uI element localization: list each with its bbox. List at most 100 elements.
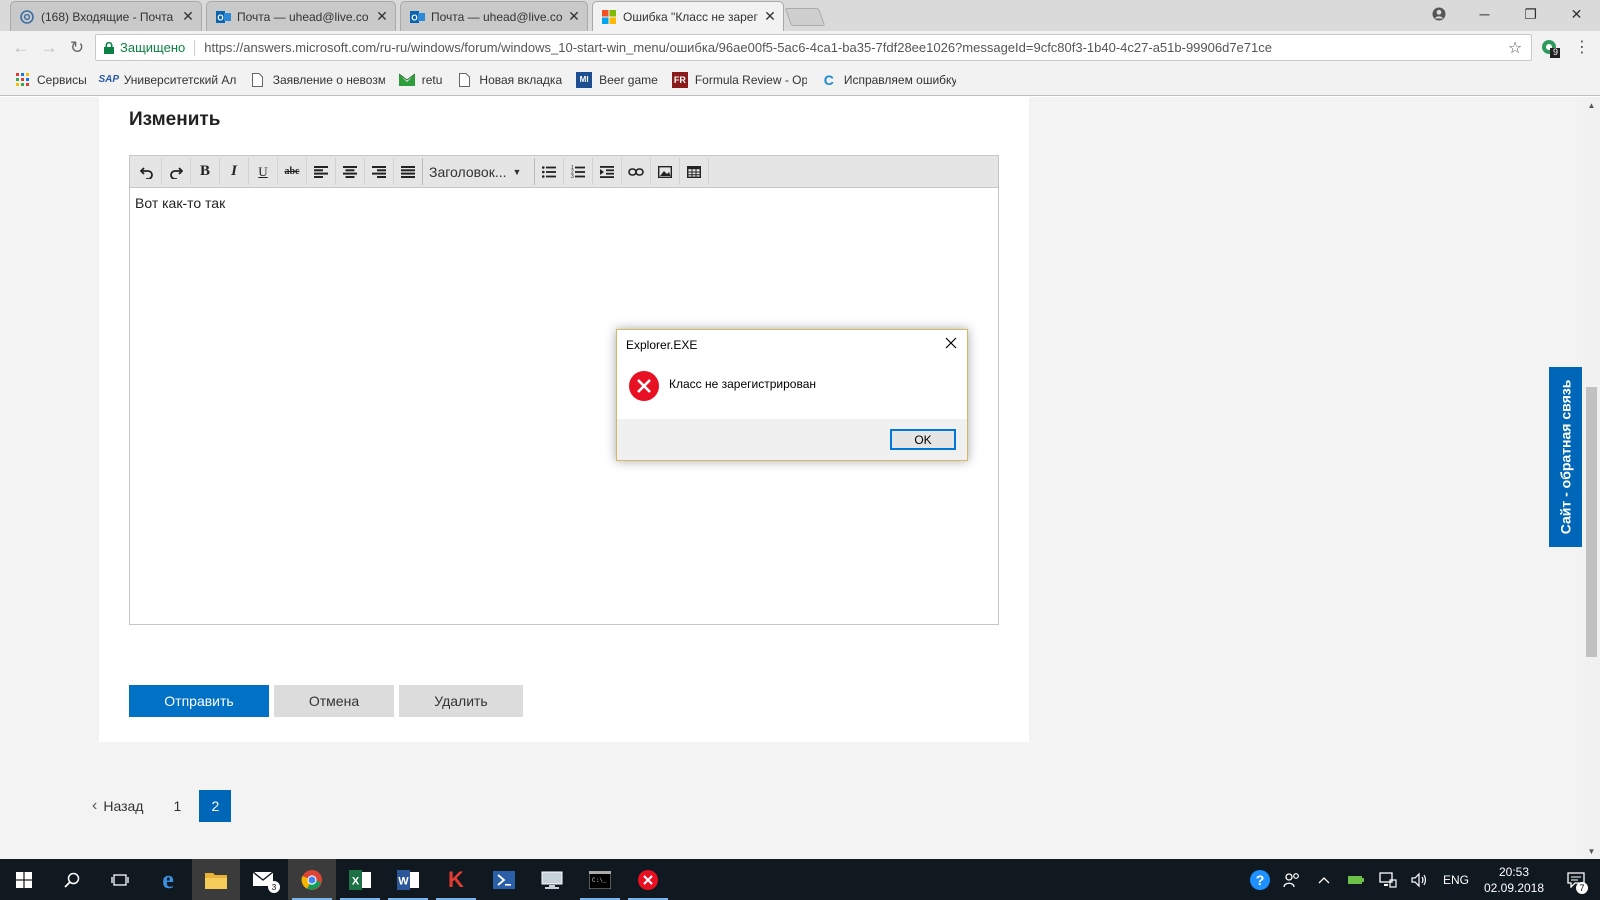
- bookmark-retu[interactable]: retu: [398, 72, 442, 88]
- help-icon[interactable]: ?: [1244, 859, 1276, 900]
- heading-format-select[interactable]: Заголовок... ▼: [423, 158, 535, 185]
- url-text[interactable]: https://answers.microsoft.com/ru-ru/wind…: [204, 40, 1505, 55]
- image-icon[interactable]: [651, 158, 680, 185]
- minimize-button[interactable]: ─: [1462, 0, 1507, 28]
- cancel-button[interactable]: Отмена: [274, 685, 394, 717]
- tab-inbox[interactable]: (168) Входящие - Почта ✕: [10, 1, 202, 31]
- scroll-up-arrow-icon[interactable]: ▲: [1583, 97, 1600, 113]
- chrome-icon[interactable]: [288, 859, 336, 900]
- bookmark-label: Заявление о невозм: [272, 72, 385, 87]
- dialog-close-icon[interactable]: [941, 334, 961, 352]
- align-justify-icon[interactable]: [394, 158, 423, 185]
- clock-date: 02.09.2018: [1483, 880, 1545, 895]
- tab-close-icon[interactable]: ✕: [375, 8, 389, 24]
- mail-icon[interactable]: 3: [240, 859, 288, 900]
- address-bar[interactable]: Защищено https://answers.microsoft.com/r…: [95, 34, 1532, 61]
- bookmark-star-icon[interactable]: ☆: [1505, 38, 1525, 58]
- editor-toolbar: B I U abc Заголовок... ▼ 1 2 3: [130, 156, 998, 188]
- align-center-icon[interactable]: [336, 158, 365, 185]
- ok-button[interactable]: OK: [890, 429, 956, 450]
- people-icon[interactable]: [1276, 859, 1308, 900]
- bookmark-beer-game[interactable]: MI Beer game: [576, 71, 658, 88]
- taskbar: e 3 X W K C:\_ ? ENG 20:53 02.09.2018 7: [0, 859, 1600, 900]
- submit-button[interactable]: Отправить: [129, 685, 269, 717]
- extension-badge: 9: [1552, 47, 1558, 57]
- link-icon[interactable]: [622, 158, 651, 185]
- table-icon[interactable]: [680, 158, 709, 185]
- tab-close-icon[interactable]: ✕: [567, 8, 581, 24]
- bookmark-statement[interactable]: Заявление о невозм: [250, 72, 385, 88]
- bookmark-label: Beer game: [599, 72, 658, 87]
- battery-icon[interactable]: [1340, 859, 1372, 900]
- windows-start-icon[interactable]: [0, 859, 48, 900]
- tab-outlook-1[interactable]: O Почта — uhead@live.co ✕: [206, 1, 396, 31]
- tab-title: Почта — uhead@live.co: [237, 9, 369, 24]
- editor-text-area[interactable]: Вот как-то так: [130, 188, 998, 218]
- forward-arrow-icon[interactable]: →: [38, 37, 60, 59]
- bold-icon[interactable]: B: [191, 158, 220, 185]
- search-icon[interactable]: [48, 859, 96, 900]
- error-app-icon[interactable]: [624, 859, 672, 900]
- edge-icon[interactable]: e: [144, 859, 192, 900]
- task-view-icon[interactable]: [96, 859, 144, 900]
- restore-button[interactable]: ❐: [1508, 0, 1553, 28]
- align-right-icon[interactable]: [365, 158, 394, 185]
- page-scrollbar[interactable]: ▲ ▼: [1583, 97, 1600, 859]
- remote-desktop-icon[interactable]: [528, 859, 576, 900]
- lock-icon: [104, 41, 114, 54]
- clock[interactable]: 20:53 02.09.2018: [1476, 864, 1552, 896]
- apps-grid-icon: [14, 72, 30, 88]
- browser-menu-icon[interactable]: ⋮: [1574, 37, 1590, 59]
- feedback-tab[interactable]: Сайт - обратная связь: [1549, 367, 1582, 547]
- bookmark-new-tab[interactable]: Новая вкладка: [456, 72, 562, 88]
- indent-icon[interactable]: [593, 158, 622, 185]
- numbered-list-icon[interactable]: 123: [564, 158, 593, 185]
- align-left-icon[interactable]: [307, 158, 336, 185]
- redo-icon[interactable]: [162, 158, 191, 185]
- tab-close-icon[interactable]: ✕: [763, 8, 777, 24]
- secure-indicator[interactable]: Защищено: [104, 40, 185, 55]
- profile-icon[interactable]: [1416, 0, 1461, 28]
- word-icon[interactable]: W: [384, 859, 432, 900]
- reload-icon[interactable]: ↻: [66, 37, 88, 59]
- dialog-message: Класс не зарегистрирован: [669, 377, 816, 391]
- bullet-list-icon[interactable]: [535, 158, 564, 185]
- tab-outlook-2[interactable]: O Почта — uhead@live.co ✕: [400, 1, 588, 31]
- page-link-2-current[interactable]: 2: [199, 790, 232, 822]
- new-tab-button[interactable]: [784, 8, 826, 26]
- excel-icon[interactable]: X: [336, 859, 384, 900]
- file-explorer-icon[interactable]: [192, 859, 240, 900]
- bookmark-services[interactable]: Сервисы: [14, 72, 87, 88]
- kaspersky-icon[interactable]: K: [432, 859, 480, 900]
- cmd-icon[interactable]: C:\_: [576, 859, 624, 900]
- scroll-thumb[interactable]: [1586, 387, 1597, 657]
- bookmark-formula-review[interactable]: FR Formula Review - Op: [671, 71, 807, 88]
- network-icon[interactable]: [1372, 859, 1404, 900]
- strikethrough-icon[interactable]: abc: [278, 158, 307, 185]
- chevron-up-icon[interactable]: [1308, 859, 1340, 900]
- back-arrow-icon[interactable]: ←: [10, 37, 32, 59]
- extension-icon[interactable]: 9: [1540, 38, 1560, 58]
- scroll-down-arrow-icon[interactable]: ▼: [1583, 843, 1600, 859]
- close-window-button[interactable]: ✕: [1554, 0, 1599, 28]
- pager-back-link[interactable]: ‹ Назад: [92, 797, 143, 815]
- fr-icon: FR: [671, 71, 688, 88]
- page-link-1[interactable]: 1: [161, 790, 193, 822]
- tab-close-icon[interactable]: ✕: [181, 8, 195, 24]
- volume-icon[interactable]: [1404, 859, 1436, 900]
- delete-button[interactable]: Удалить: [399, 685, 523, 717]
- italic-icon[interactable]: I: [220, 158, 249, 185]
- powershell-icon[interactable]: [480, 859, 528, 900]
- language-indicator[interactable]: ENG: [1436, 873, 1476, 887]
- bookmark-fix-error[interactable]: C Исправляем ошибку: [821, 72, 956, 88]
- browser-toolbar: ← → ↻ Защищено https://answers.microsoft…: [0, 31, 1600, 64]
- svg-text:?: ?: [1256, 872, 1265, 888]
- outlook-icon: O: [409, 9, 425, 25]
- undo-icon[interactable]: [133, 158, 162, 185]
- notifications-icon[interactable]: 7: [1552, 859, 1600, 900]
- underline-icon[interactable]: U: [249, 158, 278, 185]
- form-buttons: Отправить Отмена Удалить: [129, 685, 528, 717]
- microsoft-logo-icon: [601, 9, 617, 25]
- tab-answers-active[interactable]: Ошибка "Класс не зарег ✕: [592, 1, 784, 31]
- bookmark-university[interactable]: SAP Университетский Ал: [98, 72, 235, 88]
